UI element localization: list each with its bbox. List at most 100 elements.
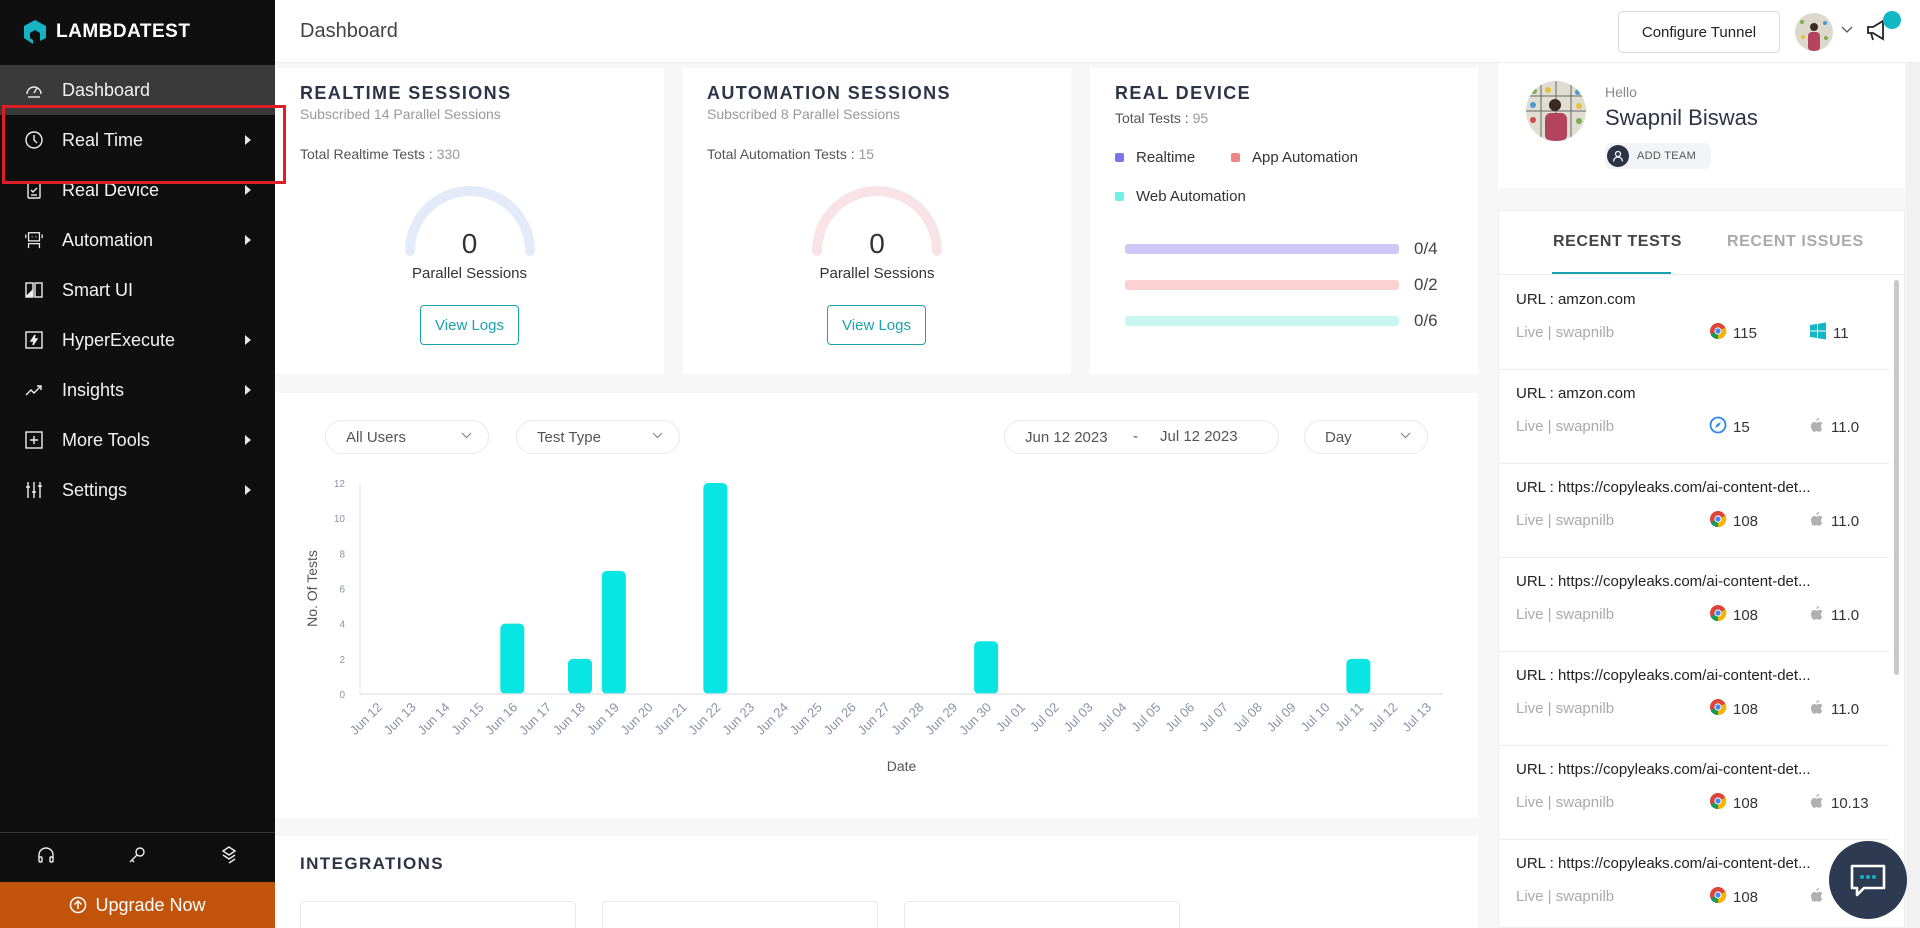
tab-recent-issues[interactable]: RECENT ISSUES: [1727, 233, 1864, 251]
x-tick-label: Jul 10: [1298, 700, 1333, 735]
sidebar-item-real-time[interactable]: Real Time: [0, 115, 275, 165]
legend-dot: [1231, 153, 1240, 162]
automation-sessions-card: AUTOMATION SESSIONS Subscribed 8 Paralle…: [683, 68, 1071, 374]
device-icon: [24, 180, 44, 200]
sidebar-item-label: Smart UI: [62, 279, 134, 300]
sidebar-item-automation[interactable]: Automation: [0, 215, 275, 265]
app-automation-usage-count: 0/2: [1414, 275, 1438, 294]
x-tick-label: Jun 12: [347, 700, 385, 738]
x-tick-label: Jun 22: [685, 700, 723, 738]
legend-web-automation: Web Automation: [1115, 188, 1246, 205]
clock-icon: [24, 130, 44, 150]
browser-version: 108: [1733, 700, 1759, 718]
integration-tile[interactable]: [300, 901, 576, 928]
legend-realtime: Realtime: [1115, 149, 1195, 166]
profile-avatar[interactable]: [1526, 81, 1586, 141]
bar-jun-18[interactable]: [567, 658, 592, 694]
date-separator: -: [1133, 428, 1138, 445]
test-os: [1809, 886, 1831, 908]
x-tick-label: Jun 17: [516, 700, 554, 738]
chrome-icon: [1709, 886, 1727, 908]
sidebar-item-real-device[interactable]: Real Device: [0, 165, 275, 215]
real-device-total: Total Tests : 95: [1115, 110, 1208, 126]
automation-gauge-value: 0: [869, 228, 885, 259]
bar-jun-16[interactable]: [500, 623, 525, 694]
integration-tile[interactable]: [904, 901, 1180, 928]
user-avatar[interactable]: [1795, 13, 1833, 51]
sidebar-item-more-tools[interactable]: More Tools: [0, 415, 275, 465]
key-icon[interactable]: [127, 845, 147, 870]
test-browser: 108: [1709, 886, 1758, 908]
recent-test-item[interactable]: URL : amzon.com Live | swapnilb 115 11: [1499, 276, 1889, 370]
chat-button[interactable]: [1829, 841, 1907, 919]
app-automation-usage-bar: [1125, 280, 1399, 290]
sliders-icon: [24, 480, 44, 500]
chrome-icon: [1709, 698, 1727, 720]
x-tick-label: Jun 20: [618, 700, 656, 738]
test-type-filter-value: Test Type: [537, 428, 601, 446]
apple-icon: [1809, 886, 1825, 908]
user-name: Swapnil Biswas: [1605, 105, 1758, 130]
realtime-sessions-card: REALTIME SESSIONS Subscribed 14 Parallel…: [275, 68, 664, 374]
bar-jul-11[interactable]: [1346, 658, 1371, 694]
add-team-button[interactable]: ADD TEAM: [1605, 143, 1711, 169]
y-tick-label: 0: [339, 690, 345, 701]
apple-icon: [1809, 416, 1825, 438]
bar-jun-19[interactable]: [601, 570, 626, 694]
x-tick-label: Jun 21: [651, 700, 689, 738]
granularity-dropdown[interactable]: Day: [1304, 420, 1428, 454]
web-automation-usage-bar: [1125, 316, 1399, 326]
headset-icon[interactable]: [36, 845, 56, 870]
x-tick-label: Jul 12: [1365, 700, 1400, 735]
test-browser: 108: [1709, 510, 1758, 532]
realtime-total: Total Realtime Tests : 330: [300, 146, 460, 162]
x-axis-label: Date: [887, 758, 917, 774]
date-range-picker[interactable]: Jun 12 2023 - Jul 12 2023: [1004, 420, 1279, 454]
logo[interactable]: LAMBDATEST: [22, 18, 190, 46]
greeting: Hello: [1605, 84, 1637, 100]
recent-test-item[interactable]: URL : https://copyleaks.com/ai-content-d…: [1499, 746, 1889, 840]
y-tick-label: 4: [339, 620, 345, 631]
os-version: 11.0: [1831, 418, 1860, 436]
recent-test-item[interactable]: URL : amzon.com Live | swapnilb 15 11.0: [1499, 370, 1889, 464]
users-filter-dropdown[interactable]: All Users: [325, 420, 489, 454]
top-bar: Dashboard Configure Tunnel: [275, 0, 1920, 63]
bar-jun-30[interactable]: [974, 641, 999, 694]
realtime-gauge-label: Parallel Sessions: [411, 265, 528, 282]
sidebar: LAMBDATEST Dashboard Real Time Real Devi…: [0, 0, 275, 928]
x-tick-label: Jun 15: [448, 700, 486, 738]
upgrade-now-button[interactable]: Upgrade Now: [0, 882, 275, 928]
realtime-view-logs-button[interactable]: View Logs: [420, 305, 519, 345]
integrations-card: INTEGRATIONS: [275, 836, 1478, 928]
test-meta: Live | swapnilb: [1516, 418, 1615, 435]
tab-recent-tests[interactable]: RECENT TESTS: [1553, 233, 1682, 251]
recent-tests-card: RECENT TESTS RECENT ISSUES URL : amzon.c…: [1498, 210, 1905, 928]
sidebar-item-insights[interactable]: Insights: [0, 365, 275, 415]
sidebar-item-hyperexecute[interactable]: HyperExecute: [0, 315, 275, 365]
chevron-down-icon[interactable]: [1841, 26, 1853, 34]
realtime-gauge-value: 0: [461, 228, 478, 259]
apple-icon: [1809, 698, 1825, 720]
bar-jun-22[interactable]: [703, 483, 728, 694]
sidebar-item-smart-ui[interactable]: Smart UI: [0, 265, 275, 315]
browser-version: 115: [1733, 324, 1757, 342]
integration-icon[interactable]: [219, 845, 239, 870]
recent-test-item[interactable]: URL : https://copyleaks.com/ai-content-d…: [1499, 558, 1889, 652]
recent-test-item[interactable]: URL : https://copyleaks.com/ai-content-d…: [1499, 652, 1889, 746]
page-scroll-track[interactable]: [1906, 63, 1920, 928]
test-type-filter-dropdown[interactable]: Test Type: [516, 420, 680, 454]
test-os: 11.0: [1809, 416, 1859, 438]
y-tick-label: 2: [339, 655, 345, 666]
real-device-total-value: 95: [1192, 110, 1209, 126]
add-team-label: ADD TEAM: [1637, 150, 1697, 162]
recent-test-item[interactable]: URL : https://copyleaks.com/ai-content-d…: [1499, 464, 1889, 558]
safari-icon: [1709, 416, 1727, 438]
test-os: 11: [1809, 322, 1849, 344]
sidebar-item-dashboard[interactable]: Dashboard: [0, 65, 275, 115]
configure-tunnel-button[interactable]: Configure Tunnel: [1618, 11, 1780, 53]
integration-tile[interactable]: [602, 901, 878, 928]
recent-tests-scrollbar[interactable]: [1894, 280, 1899, 675]
sidebar-item-settings[interactable]: Settings: [0, 465, 275, 515]
automation-view-logs-button[interactable]: View Logs: [827, 305, 926, 345]
realtime-usage-count: 0/4: [1414, 239, 1438, 258]
